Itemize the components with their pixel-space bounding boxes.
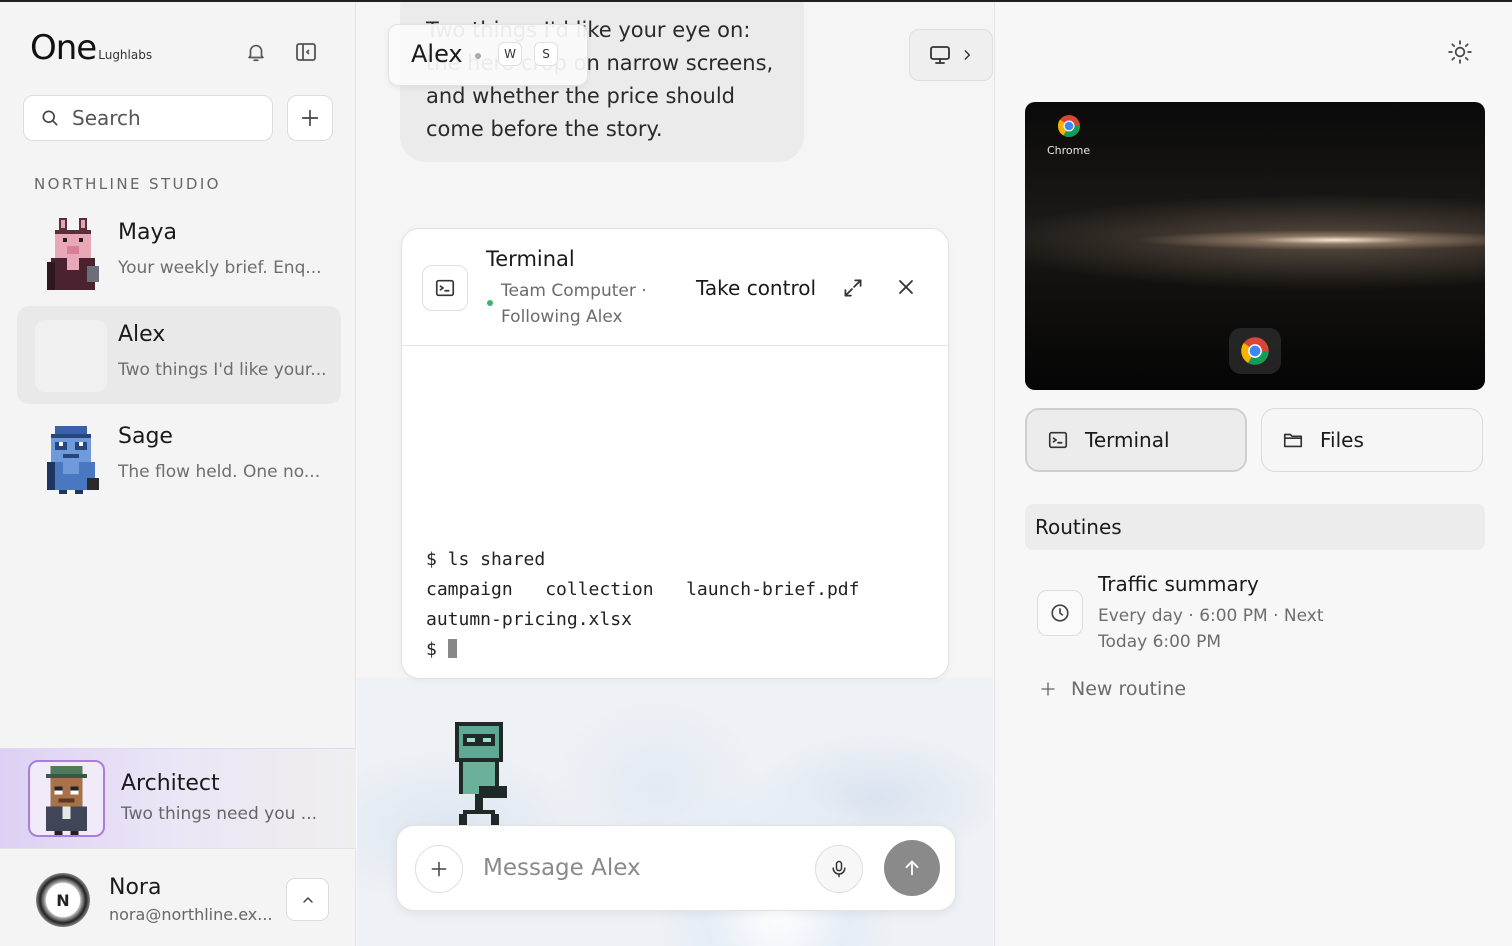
- terminal-line: $ ls shared: [426, 549, 546, 570]
- chevron-right-icon: [964, 50, 971, 60]
- chat-header-name: Alex: [411, 40, 463, 68]
- notifications-bell-icon[interactable]: [242, 38, 270, 66]
- terminal-line: campaign collection launch-brief.pdf: [426, 579, 860, 600]
- architect-preview: Two things need you ...: [121, 804, 318, 824]
- terminal-icon: [422, 265, 468, 311]
- theme-toggle-sun-icon[interactable]: [1447, 39, 1473, 69]
- terminal-prompt-line: $: [426, 635, 859, 665]
- new-routine-button[interactable]: New routine: [1039, 678, 1186, 700]
- contact-item-alex[interactable]: Alex Two things I'd like your...: [17, 306, 341, 404]
- chat-area: Two things I'd like your eye on: the her…: [357, 2, 993, 946]
- status-dot: [487, 300, 493, 306]
- user-email: nora@northline.ex...: [109, 905, 273, 924]
- microphone-button[interactable]: [815, 845, 863, 893]
- message-input[interactable]: [483, 850, 783, 886]
- terminal-subtitle: Team Computer · Following Alex: [501, 281, 647, 327]
- search-icon: [42, 110, 58, 126]
- files-tab-button[interactable]: Files: [1261, 408, 1483, 472]
- user-name: Nora: [109, 875, 162, 900]
- maya-avatar: [47, 218, 99, 290]
- close-icon[interactable]: [894, 275, 918, 303]
- key-badge-s: S: [534, 42, 558, 66]
- sage-avatar: [47, 426, 99, 494]
- separator-dot: [475, 53, 481, 59]
- send-button[interactable]: [884, 840, 940, 896]
- contact-item-maya[interactable]: Maya Your weekly brief. Enq...: [17, 204, 341, 302]
- terminal-card: Terminal Team Computer · Following Alex …: [401, 228, 949, 679]
- desktop-app-shortcut[interactable]: Chrome: [1047, 114, 1090, 157]
- plus-icon: [301, 109, 319, 127]
- architect-agent-item[interactable]: Architect Two things need you ...: [0, 748, 356, 848]
- new-chat-button[interactable]: [287, 95, 333, 141]
- files-tab-label: Files: [1320, 428, 1364, 452]
- contact-preview: The flow held. One no...: [118, 462, 321, 482]
- contact-preview: Your weekly brief. Enq...: [118, 258, 322, 278]
- app-window: One Lughlabs NORTHLINE STUDIO: [0, 0, 1512, 946]
- chevron-up-icon: [302, 896, 313, 903]
- folder-icon: [1283, 433, 1303, 448]
- routines-heading: Routines: [1025, 504, 1485, 550]
- terminal-header: Terminal Team Computer · Following Alex …: [402, 229, 948, 346]
- expand-icon[interactable]: [840, 275, 866, 305]
- dock-chrome-icon[interactable]: [1229, 328, 1281, 374]
- screen-panel-toggle-button[interactable]: [909, 29, 993, 81]
- app-logo: One Lughlabs: [30, 28, 152, 68]
- search-input[interactable]: [72, 106, 252, 130]
- terminal-cursor: [447, 639, 457, 658]
- logo-main: One: [30, 28, 97, 68]
- contact-preview: Two things I'd like your...: [118, 360, 327, 380]
- user-account-row[interactable]: N Nora nora@northline.ex...: [0, 848, 356, 946]
- plus-icon: [431, 861, 447, 877]
- terminal-icon: [1048, 431, 1068, 449]
- message-composer: [396, 825, 956, 911]
- plus-icon: [1041, 682, 1055, 696]
- account-menu-button[interactable]: [286, 878, 329, 921]
- microphone-icon: [832, 860, 846, 878]
- sidebar: One Lughlabs NORTHLINE STUDIO: [0, 2, 356, 946]
- search-field[interactable]: [23, 95, 273, 141]
- monitor-icon: [930, 46, 950, 64]
- take-control-button[interactable]: Take control: [696, 276, 816, 300]
- architect-avatar: [28, 760, 105, 837]
- robot-mascot: [455, 722, 507, 826]
- terminal-output[interactable]: $ ls shared campaign collection launch-br…: [426, 545, 859, 665]
- chrome-icon: [1057, 115, 1080, 137]
- alex-avatar: [35, 320, 107, 392]
- sidebar-toggle-icon[interactable]: [292, 38, 320, 66]
- logo-sub: Lughlabs: [98, 48, 153, 62]
- contact-name: Alex: [118, 322, 166, 347]
- routine-title[interactable]: Traffic summary: [1098, 572, 1259, 596]
- contact-name: Maya: [118, 220, 177, 245]
- arrow-up-icon: [905, 860, 919, 876]
- clock-icon: [1037, 590, 1083, 636]
- terminal-tab-button[interactable]: Terminal: [1025, 408, 1247, 472]
- new-routine-label: New routine: [1071, 678, 1187, 700]
- desktop-preview[interactable]: Chrome: [1025, 102, 1485, 390]
- architect-name: Architect: [121, 771, 220, 796]
- computer-panel: Chrome Terminal Files Routines Traffic s…: [994, 2, 1512, 946]
- terminal-title: Terminal: [486, 247, 575, 271]
- routine-schedule: Every day · 6:00 PM · Next Today 6:00 PM: [1098, 606, 1324, 652]
- terminal-line: autumn-pricing.xlsx: [426, 609, 632, 630]
- terminal-tab-label: Terminal: [1085, 428, 1170, 452]
- contact-name: Sage: [118, 424, 173, 449]
- chrome-label: Chrome: [1047, 144, 1091, 157]
- terminal-prompt: $: [426, 639, 448, 660]
- key-badge-w: W: [498, 42, 522, 66]
- user-avatar: N: [36, 873, 90, 927]
- user-initial: N: [56, 890, 70, 910]
- workspace-section-label: NORTHLINE STUDIO: [34, 175, 221, 193]
- attach-button[interactable]: [415, 845, 463, 893]
- chat-header-pill: Alex W S: [388, 24, 588, 86]
- contact-item-sage[interactable]: Sage The flow held. One no...: [17, 408, 341, 506]
